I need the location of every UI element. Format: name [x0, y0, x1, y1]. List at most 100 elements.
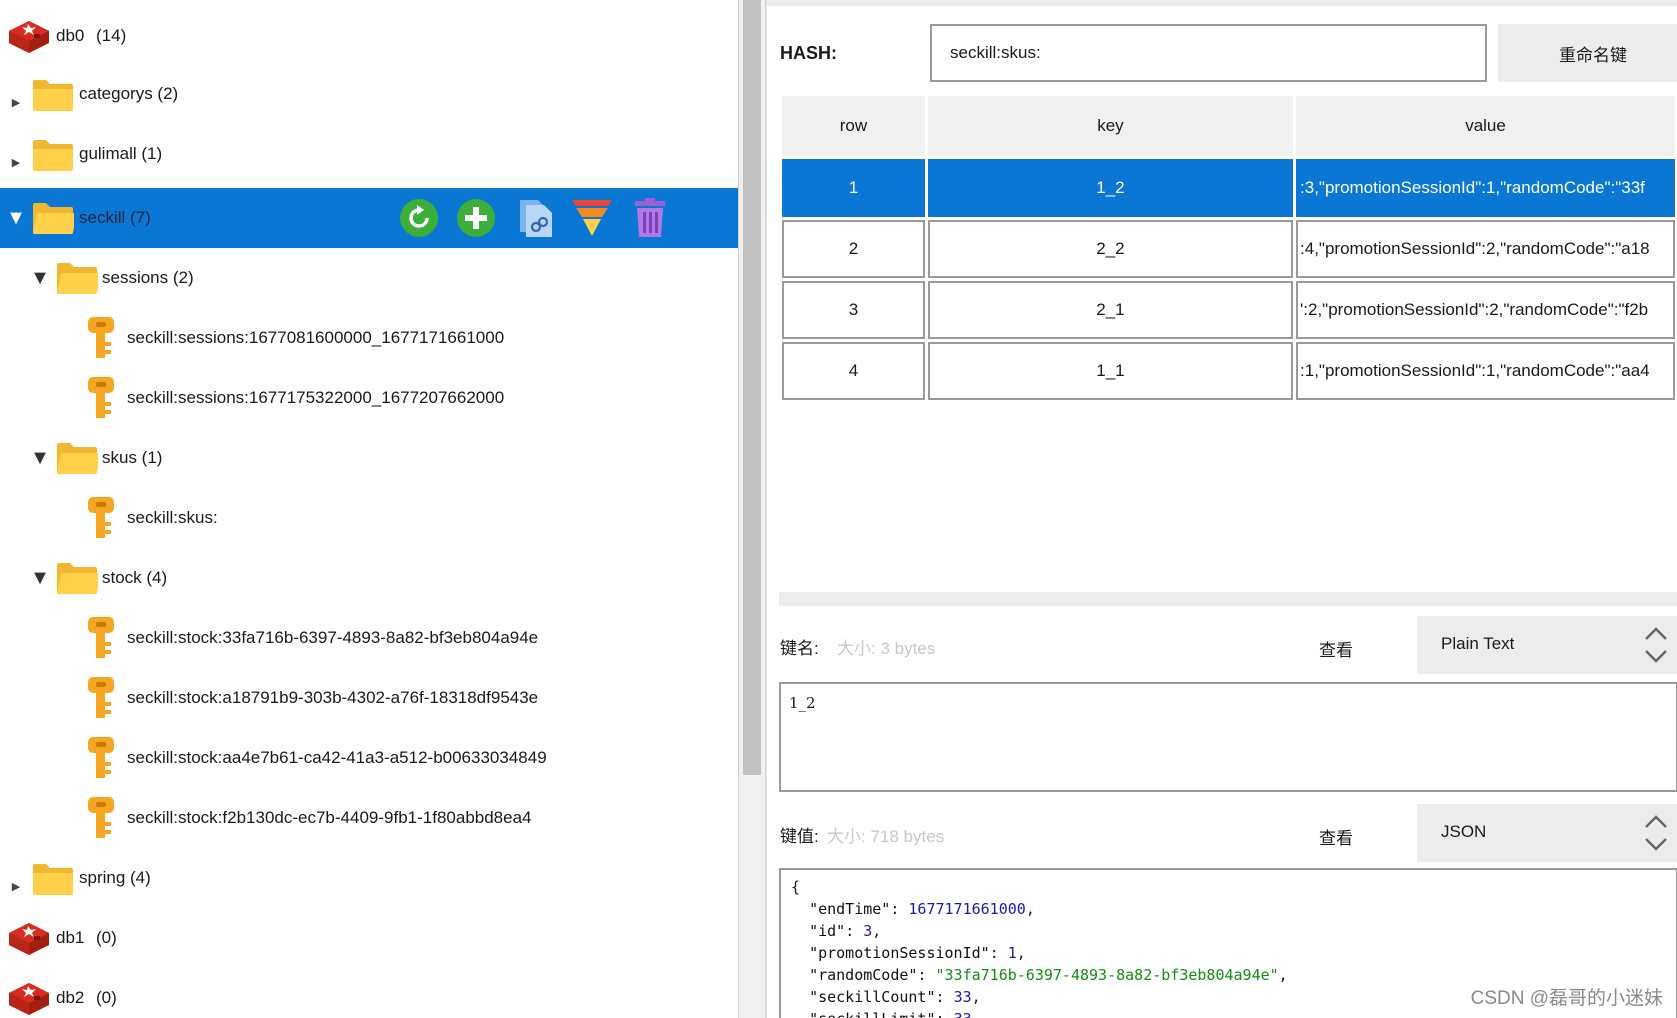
db0-name: db0 [56, 26, 85, 45]
expand-arrow-icon[interactable]: ▶ [8, 94, 24, 110]
table-row[interactable]: 3 2_1 ':2,"promotionSessionId":2,"random… [782, 281, 1675, 339]
tree-folder-seckill[interactable]: ▼ seckill (7) [0, 188, 738, 248]
db2-name: db2 [56, 988, 85, 1007]
key-label: seckill:skus: [127, 508, 218, 527]
redis-db-icon [9, 983, 49, 1015]
key-icon [88, 317, 114, 358]
row-value[interactable]: :4,"promotionSessionId":2,"randomCode":"… [1296, 220, 1675, 278]
folder-open-icon [33, 203, 74, 234]
view-mode-label: 查看 [1319, 641, 1353, 660]
folder-open-icon [57, 263, 98, 294]
key-icon [88, 617, 114, 658]
reload-icon[interactable] [399, 198, 439, 238]
row-value[interactable]: :3,"promotionSessionId":1,"randomCode":"… [1296, 159, 1675, 217]
spinner-arrows-icon[interactable] [1643, 621, 1669, 669]
folder-label: gulimall (1) [79, 144, 163, 163]
selected-format: Plain Text [1441, 634, 1515, 653]
row-key[interactable]: 1_1 [927, 342, 1294, 400]
row-key[interactable]: 2_1 [927, 281, 1294, 339]
tree-key-stock-2[interactable]: seckill:stock:a18791b9-303b-4302-a76f-18… [0, 668, 738, 728]
tree-folder-spring[interactable]: ▶ spring (4) [0, 848, 738, 908]
trash-icon[interactable] [630, 198, 670, 238]
expand-arrow-icon[interactable]: ▶ [8, 878, 24, 894]
tree-db1[interactable]: db1 (0) [0, 908, 738, 968]
db0-count: (14) [96, 26, 127, 45]
folder-icon [33, 864, 73, 895]
tree-folder-gulimall[interactable]: ▶ gulimall (1) [0, 124, 738, 184]
hash-table-viewport: row key value 1 1_2 :3,"promotionSession… [767, 0, 1677, 420]
folder-icon [33, 80, 73, 111]
db2-count: (0) [96, 988, 117, 1007]
tree-db2[interactable]: db2 (0) [0, 968, 738, 1018]
tree-key-session-1[interactable]: seckill:sessions:1677081600000_167717166… [0, 308, 738, 368]
collapse-arrow-icon[interactable]: ▼ [30, 267, 50, 289]
panel-splitter[interactable] [738, 0, 766, 1018]
tree-scrollbar-thumb[interactable] [743, 0, 761, 775]
json-brace: { [791, 878, 801, 896]
column-header-value[interactable]: value [1296, 96, 1675, 156]
tree-folder-categorys[interactable]: ▶ categorys (2) [0, 64, 738, 124]
field-value-format-select[interactable]: JSON [1417, 804, 1677, 862]
row-key[interactable]: 1_2 [927, 159, 1294, 217]
key-icon [88, 737, 114, 778]
json-number: 1677171661000 [908, 900, 1026, 918]
field-value-label: 键值: [780, 827, 819, 846]
watermark: CSDN @磊哥的小迷妹 [1470, 988, 1663, 1009]
filter-icon[interactable] [572, 198, 612, 238]
key-label: seckill:stock:33fa716b-6397-4893-8a82-bf… [127, 628, 539, 647]
row-number[interactable]: 2 [782, 220, 925, 278]
table-row[interactable]: 1 1_2 :3,"promotionSessionId":1,"randomC… [782, 159, 1675, 217]
collapse-arrow-icon[interactable]: ▼ [30, 567, 50, 589]
row-key[interactable]: 2_2 [927, 220, 1294, 278]
tree-key-stock-3[interactable]: seckill:stock:aa4e7b61-ca42-41a3-a512-b0… [0, 728, 738, 788]
key-icon [88, 797, 114, 838]
table-row[interactable]: 2 2_2 :4,"promotionSessionId":2,"randomC… [782, 220, 1675, 278]
row-value[interactable]: :1,"promotionSessionId":1,"randomCode":"… [1296, 342, 1675, 400]
folder-label: skus (1) [102, 448, 163, 467]
db1-count: (0) [96, 928, 117, 947]
row-number[interactable]: 4 [782, 342, 925, 400]
row-value[interactable]: ':2,"promotionSessionId":2,"randomCode":… [1296, 281, 1675, 339]
tree-folder-stock[interactable]: ▼ stock (4) [0, 548, 738, 608]
table-row[interactable]: 4 1_1 :1,"promotionSessionId":1,"randomC… [782, 342, 1675, 400]
json-number: 1 [1007, 944, 1017, 962]
folder-open-icon [57, 443, 98, 474]
spinner-arrows-icon[interactable] [1643, 809, 1669, 857]
hash-table: row key value 1 1_2 :3,"promotionSession… [779, 93, 1677, 403]
key-label: seckill:sessions:1677081600000_167717166… [127, 328, 505, 347]
redis-db-icon [9, 923, 49, 955]
tree-folder-sessions[interactable]: ▼ sessions (2) [0, 248, 738, 308]
field-name-size: 大小: 3 bytes [837, 639, 936, 658]
json-key: "endTime" [809, 900, 891, 918]
collapse-arrow-icon[interactable]: ▼ [6, 207, 26, 229]
tree-key-stock-4[interactable]: seckill:stock:f2b130dc-ec7b-4409-9fb1-1f… [0, 788, 738, 848]
table-horizontal-scrollbar[interactable] [779, 592, 1677, 606]
add-icon[interactable] [456, 198, 496, 238]
selected-format: JSON [1441, 822, 1487, 841]
field-name-editor[interactable]: 1_2 [779, 682, 1677, 792]
tree-folder-skus[interactable]: ▼ skus (1) [0, 428, 738, 488]
expand-arrow-icon[interactable]: ▶ [8, 154, 24, 170]
column-header-key[interactable]: key [927, 96, 1294, 156]
tree-key-session-2[interactable]: seckill:sessions:1677175322000_167720766… [0, 368, 738, 428]
folder-label: seckill (7) [79, 208, 151, 227]
json-key: "randomCode" [809, 966, 918, 984]
db1-name: db1 [56, 928, 85, 947]
row-number[interactable]: 1 [782, 159, 925, 217]
collapse-arrow-icon[interactable]: ▼ [30, 447, 50, 469]
folder-icon [33, 140, 73, 171]
row-number[interactable]: 3 [782, 281, 925, 339]
tree-key-skus[interactable]: seckill:skus: [0, 488, 738, 548]
key-detail-panel: HASH: seckill:skus: 重命名键 row key value 1… [766, 0, 1677, 1018]
field-name-format-select[interactable]: Plain Text [1417, 616, 1677, 674]
tree-db0[interactable]: db0 (14) [0, 6, 738, 66]
tree-key-stock-1[interactable]: seckill:stock:33fa716b-6397-4893-8a82-bf… [0, 608, 738, 668]
column-header-row[interactable]: row [782, 96, 925, 156]
key-icon [88, 497, 114, 538]
key-label: seckill:sessions:1677175322000_167720766… [127, 388, 505, 407]
copy-link-icon[interactable] [516, 198, 556, 238]
json-key: "id" [809, 922, 846, 940]
json-key: "seckillCount" [809, 988, 936, 1006]
json-key: "seckillLimit" [809, 1010, 935, 1018]
folder-label: sessions (2) [102, 268, 194, 287]
